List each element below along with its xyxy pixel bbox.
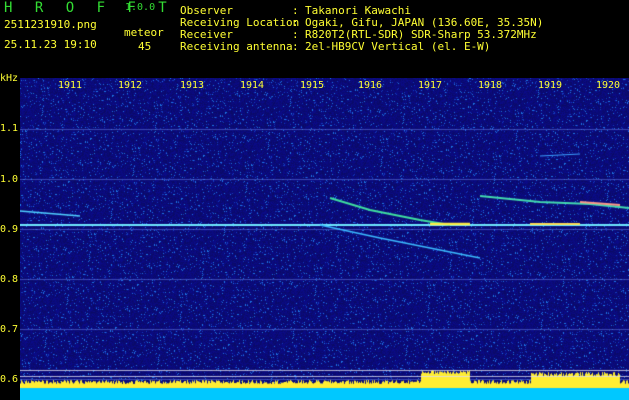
meteor-count: 45 [138,40,152,53]
y-tick-label: 0.6 [0,374,19,385]
x-tick-label: 1916 [358,80,383,91]
x-tick-label: 1920 [596,80,621,91]
y-tick-label: 0.8 [0,274,19,285]
spectrogram-canvas [20,78,629,400]
y-tick-label: 1.1 [0,123,19,134]
info-key-antenna: Receiving antenna [180,40,293,53]
x-tick-label: 1917 [418,80,443,91]
y-tick-label: 0.7 [0,324,19,335]
info-sep: : [292,40,299,53]
file-datetime: 25.11.23 19:10 [4,38,97,51]
spectrogram-panel [20,78,629,400]
x-tick-label: 1912 [118,80,143,91]
axis-unit-label: kHz [0,73,19,84]
y-tick-label: 1.0 [0,174,19,185]
y-tick-label: 0.9 [0,224,19,235]
file-name: 2511231910.png [4,18,97,31]
x-tick-label: 1918 [478,80,503,91]
x-tick-label: 1919 [538,80,563,91]
x-tick-label: 1911 [58,80,83,91]
x-tick-label: 1915 [300,80,325,91]
x-tick-label: 1913 [180,80,205,91]
meteor-label: meteor [124,26,164,39]
info-value-antenna: 2el-HB9CV Vertical (el. E-W) [305,40,491,53]
x-tick-label: 1914 [240,80,265,91]
app-version: 1.0.0 [125,2,156,13]
